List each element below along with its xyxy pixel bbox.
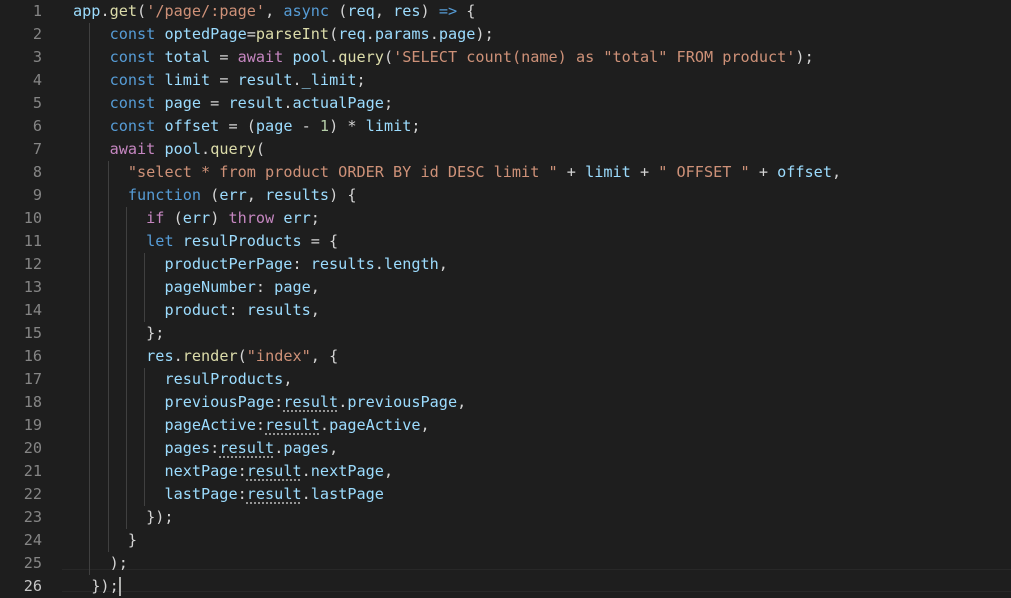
line-number: 12 — [23, 255, 42, 273]
line-number: 19 — [23, 416, 42, 434]
line-number: 14 — [23, 301, 42, 319]
line-number: 23 — [23, 508, 42, 526]
code-line[interactable]: const limit = result._limit; — [73, 69, 366, 92]
code-line[interactable]: ); — [73, 552, 128, 575]
code-line[interactable]: const optedPage=parseInt(req.params.page… — [73, 23, 494, 46]
code-line[interactable]: let resulProducts = { — [73, 230, 338, 253]
line-number: 26 — [23, 577, 42, 595]
line-number: 24 — [23, 531, 42, 549]
code-line[interactable]: res.render("index", { — [73, 345, 338, 368]
code-line[interactable]: pages:result.pages, — [73, 437, 338, 460]
code-line[interactable]: const page = result.actualPage; — [73, 92, 394, 115]
line-number: 11 — [23, 232, 42, 250]
code-line[interactable]: nextPage:result.nextPage, — [73, 460, 393, 483]
code-line[interactable]: } — [73, 529, 137, 552]
line-number-gutter: 1 2 3 4 5 6 7 8 9 10 11 12 13 14 15 16 17 18 19 20 21 22 23 24 2… — [0, 0, 62, 595]
code-line[interactable]: product: results, — [73, 299, 319, 322]
code-line[interactable]: function (err, results) { — [73, 184, 357, 207]
text-cursor — [118, 577, 121, 596]
line-number: 5 — [32, 94, 42, 112]
line-number: 7 — [32, 140, 42, 158]
code-line[interactable]: "select * from product ORDER BY id DESC … — [73, 161, 841, 184]
code-line[interactable]: const total = await pool.query('SELECT c… — [73, 46, 814, 69]
code-line[interactable]: await pool.query( — [73, 138, 265, 161]
code-line[interactable]: pageActive:result.pageActive, — [73, 414, 429, 437]
line-number: 25 — [23, 554, 42, 572]
code-line[interactable]: previousPage:result.previousPage, — [73, 391, 466, 414]
code-area[interactable]: app.get('/page/:page', async (req, res) … — [73, 0, 1011, 596]
code-line[interactable]: }); — [73, 575, 121, 598]
line-number: 22 — [23, 485, 42, 503]
code-line[interactable]: }); — [73, 506, 173, 529]
line-number: 9 — [32, 186, 42, 204]
line-number: 6 — [32, 117, 42, 135]
line-number: 2 — [32, 25, 42, 43]
line-number: 18 — [23, 393, 42, 411]
line-number: 10 — [23, 209, 42, 227]
line-number: 17 — [23, 370, 42, 388]
code-line[interactable]: if (err) throw err; — [73, 207, 320, 230]
code-line[interactable]: productPerPage: results.length, — [73, 253, 448, 276]
code-line[interactable]: app.get('/page/:page', async (req, res) … — [73, 0, 475, 23]
line-number: 21 — [23, 462, 42, 480]
code-line[interactable]: }; — [73, 322, 164, 345]
line-number: 1 — [32, 2, 42, 20]
line-number: 8 — [32, 163, 42, 181]
code-line[interactable]: resulProducts, — [73, 368, 292, 391]
line-number: 13 — [23, 278, 42, 296]
line-number: 15 — [23, 324, 42, 342]
line-number: 3 — [32, 48, 42, 66]
line-number: 16 — [23, 347, 42, 365]
line-number: 20 — [23, 439, 42, 457]
code-line[interactable]: lastPage:result.lastPage — [73, 483, 384, 506]
code-line[interactable]: pageNumber: page, — [73, 276, 319, 299]
line-number: 4 — [32, 71, 42, 89]
code-editor[interactable]: 1 2 3 4 5 6 7 8 9 10 11 12 13 14 15 16 17 18 19 20 21 22 23 24 2… — [0, 0, 1011, 596]
code-line[interactable]: const offset = (page - 1) * limit; — [73, 115, 421, 138]
